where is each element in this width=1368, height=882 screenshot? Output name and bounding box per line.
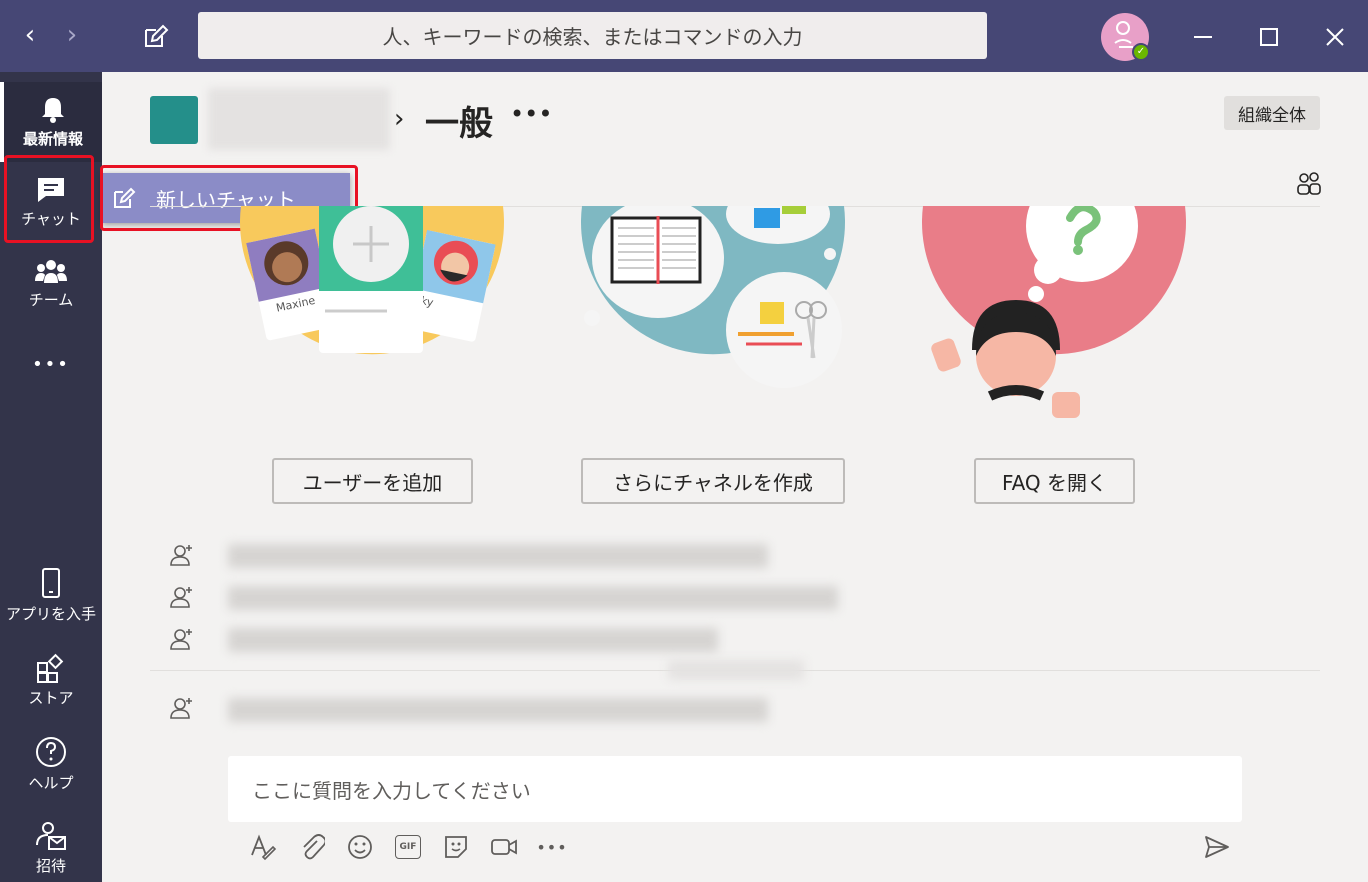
chat-icon — [38, 177, 64, 202]
team-name-blurred — [208, 88, 390, 150]
org-wide-badge[interactable]: 組織全体 — [1224, 96, 1320, 130]
send-icon[interactable] — [1202, 832, 1232, 862]
feed-item-blurred — [228, 628, 718, 652]
compose-icon[interactable] — [140, 22, 170, 52]
emoji-icon[interactable] — [345, 832, 375, 862]
create-channels-button[interactable]: さらにチャネルを作成 — [581, 458, 845, 504]
minimize-button[interactable] — [1186, 20, 1220, 54]
rail-label-chat: チャット — [21, 209, 81, 228]
back-button[interactable]: ‹ — [15, 20, 45, 52]
rail-label-invite: 招待 — [35, 856, 66, 875]
date-label-blurred — [668, 660, 804, 680]
open-faq-button[interactable]: FAQ を開く — [974, 458, 1135, 504]
phone-icon — [42, 567, 60, 598]
rail-label-teams: チーム — [28, 290, 74, 309]
gif-icon[interactable]: GIF — [393, 832, 423, 862]
rail-label-help: ヘルプ — [28, 773, 74, 792]
status-available-icon: ✓ — [1132, 43, 1150, 61]
meet-now-icon[interactable] — [489, 832, 519, 862]
member-added-icon — [168, 695, 196, 725]
member-added-icon — [168, 584, 196, 614]
rail-label-store: ストア — [28, 688, 74, 707]
teams-icon — [35, 259, 67, 283]
member-added-icon — [168, 542, 196, 572]
rail-item-chat[interactable]: チャット — [0, 162, 102, 242]
add-users-illustration: Maxine ky — [230, 206, 520, 420]
store-icon — [37, 653, 64, 683]
search-placeholder: 人、キーワードの検索、またはコマンドの入力 — [382, 25, 803, 49]
feed-item-blurred — [228, 586, 838, 610]
team-members-icon[interactable] — [1296, 170, 1322, 200]
channel-more-button[interactable]: ••• — [510, 100, 552, 128]
rail-item-activity[interactable]: 最新情報 — [0, 82, 102, 162]
forward-button[interactable]: › — [57, 20, 87, 52]
left-rail: 最新情報 チャット チーム ••• アプリを入手 ストア ヘルプ 招待 — [0, 72, 102, 882]
rail-more-button[interactable]: ••• — [0, 324, 102, 404]
add-users-button[interactable]: ユーザーを追加 — [272, 458, 473, 504]
close-button[interactable] — [1318, 20, 1352, 54]
rail-item-teams[interactable]: チーム — [0, 244, 102, 324]
help-icon — [36, 736, 66, 767]
gif-label: GIF — [395, 835, 421, 859]
more-icon: ••• — [32, 353, 70, 375]
rail-label-get-app: アプリを入手 — [5, 604, 96, 623]
create-channels-illustration — [578, 184, 848, 420]
rail-label-activity: 最新情報 — [22, 129, 83, 148]
search-input[interactable]: 人、キーワードの検索、またはコマンドの入力 — [198, 12, 987, 59]
feed-item-blurred — [228, 544, 768, 568]
format-icon[interactable] — [248, 832, 278, 862]
bell-icon — [42, 97, 64, 123]
rail-item-invite[interactable]: 招待 — [0, 808, 102, 882]
breadcrumb-chevron-icon: › — [394, 104, 405, 134]
maximize-button[interactable] — [1252, 20, 1286, 54]
team-avatar[interactable] — [150, 96, 198, 144]
feed-item-blurred — [228, 698, 768, 722]
channel-title: 一般 — [425, 104, 493, 144]
sticker-icon[interactable] — [441, 832, 471, 862]
invite-icon — [36, 821, 66, 850]
member-added-icon — [168, 626, 196, 656]
compose-icon — [114, 187, 136, 208]
more-options-icon[interactable]: ••• — [536, 832, 567, 862]
rail-item-store[interactable]: ストア — [0, 640, 102, 720]
faq-illustration — [920, 170, 1190, 424]
rail-item-help[interactable]: ヘルプ — [0, 724, 102, 804]
message-input[interactable]: ここに質問を入力してください — [228, 756, 1242, 822]
attach-icon[interactable] — [297, 832, 327, 862]
title-bar: ‹ › 人、キーワードの検索、またはコマンドの入力 ✓ — [0, 0, 1368, 72]
rail-item-get-app[interactable]: アプリを入手 — [0, 555, 102, 635]
message-placeholder: ここに質問を入力してください — [252, 778, 531, 803]
